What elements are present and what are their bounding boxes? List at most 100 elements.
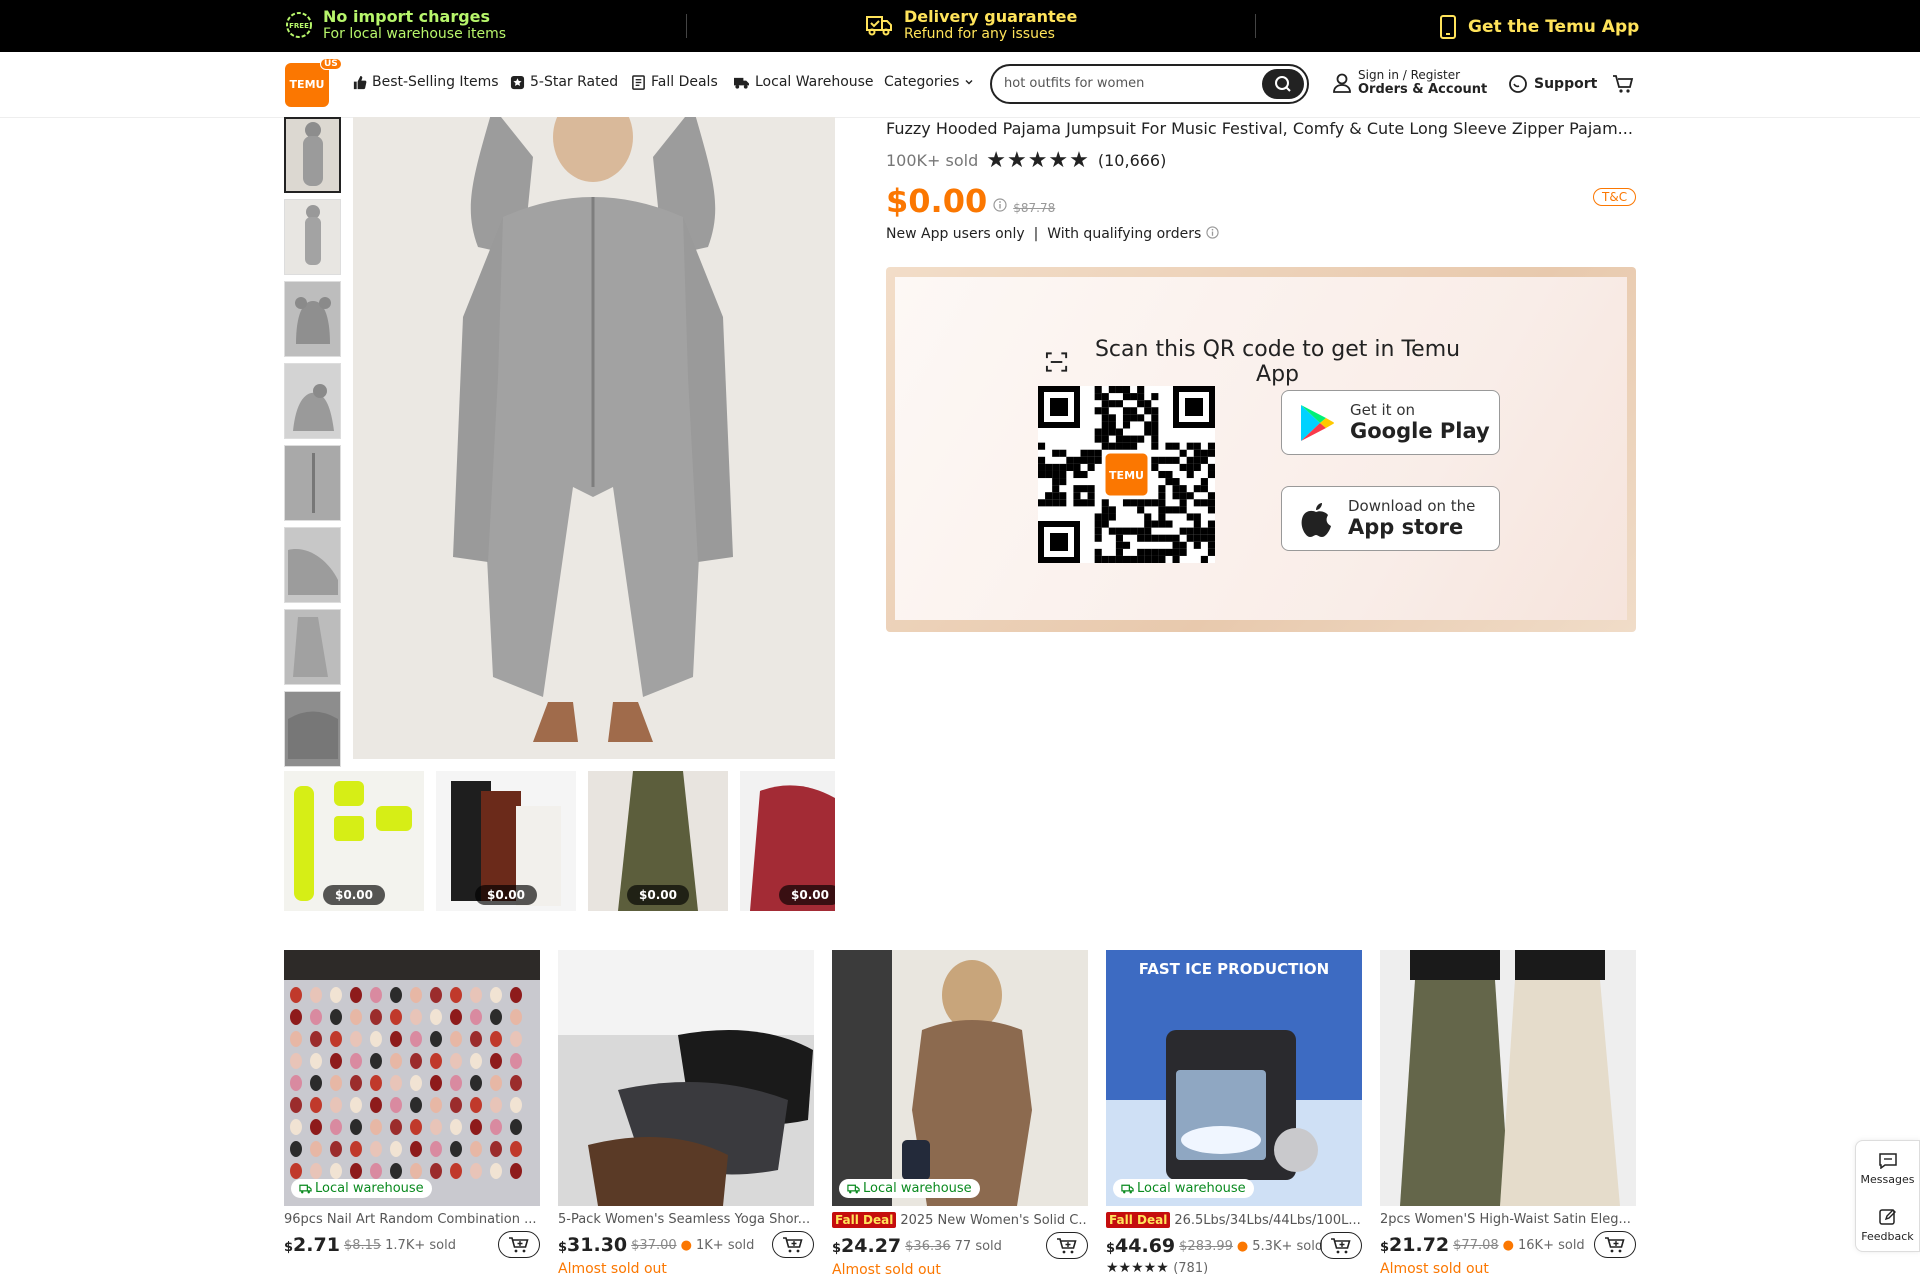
feedback-button[interactable]: Feedback: [1856, 1197, 1919, 1253]
qr-module: [1158, 456, 1166, 464]
nail-tip: [390, 1163, 402, 1179]
messages-button[interactable]: Messages: [1856, 1141, 1919, 1197]
add-to-cart-button[interactable]: [1320, 1232, 1362, 1259]
thumbnail[interactable]: [284, 199, 341, 275]
qr-module: [1151, 548, 1159, 556]
price-value: 44.69: [1115, 1235, 1176, 1257]
qr-module: [1207, 548, 1216, 556]
star-badge-icon: [510, 75, 525, 89]
nav-five-star[interactable]: 5-Star Rated: [510, 74, 618, 90]
product-image[interactable]: [1380, 950, 1636, 1206]
nail-tip: [290, 1163, 302, 1179]
qr-module: [1115, 400, 1123, 408]
qr-module: [1144, 555, 1152, 564]
product-image[interactable]: Local warehouse: [284, 950, 540, 1206]
info-icon[interactable]: [993, 198, 1007, 212]
nav-fall-deals[interactable]: Fall Deals: [631, 74, 718, 90]
qr-module: [1207, 520, 1216, 528]
price-row: $21.72 $77.08 ● 16K+ sold: [1380, 1231, 1636, 1258]
nail-tip: [390, 987, 402, 1003]
free-icon: FREE: [286, 12, 312, 38]
cart-button[interactable]: [1612, 73, 1634, 95]
nav-local-warehouse[interactable]: Local Warehouse: [733, 74, 874, 90]
qr-panel-inner: Scan this QR code to get in Temu App TEM…: [895, 277, 1627, 620]
qr-module: [1108, 414, 1116, 422]
qr-module: [1130, 414, 1138, 422]
add-to-cart-button[interactable]: [772, 1231, 814, 1258]
nail-tip: [450, 1119, 462, 1135]
product-card[interactable]: 2pcs Women'S High-Waist Satin Eleg... $2…: [1380, 950, 1636, 1277]
nail-tip: [350, 1009, 362, 1025]
product-title-text: 2pcs Women'S High-Waist Satin Eleg...: [1380, 1212, 1631, 1227]
related-item[interactable]: $0.00: [436, 771, 576, 911]
related-item[interactable]: $0.00: [284, 771, 424, 911]
add-to-cart-button[interactable]: [498, 1231, 540, 1258]
thumbnail[interactable]: [284, 445, 341, 521]
qr-module: [1200, 456, 1208, 464]
product-title: Fuzzy Hooded Pajama Jumpsuit For Music F…: [886, 119, 1633, 138]
terms-badge[interactable]: T&C: [1593, 188, 1637, 206]
google-play-button[interactable]: Get it on Google Play: [1281, 390, 1500, 455]
nav-best-selling[interactable]: Best-Selling Items: [352, 74, 499, 90]
rating-row[interactable]: ★★★★★ (781): [1106, 1260, 1362, 1276]
thumbnail[interactable]: [284, 527, 341, 603]
nail-tip: [490, 1009, 502, 1025]
search-button[interactable]: [1262, 69, 1304, 99]
cart-plus-icon: [1057, 1237, 1077, 1253]
thumbnail[interactable]: [284, 117, 341, 193]
qr-module: [1158, 485, 1166, 493]
original-price: $8.15: [343, 1237, 382, 1253]
product-image[interactable]: Local warehouse: [832, 950, 1088, 1206]
import-promo[interactable]: FREE No import charges For local warehou…: [285, 8, 506, 42]
qr-module: [1094, 428, 1102, 436]
qr-module: [1094, 393, 1102, 401]
thumbnail[interactable]: [284, 691, 341, 767]
related-item[interactable]: $0.00: [588, 771, 728, 911]
product-price: $2.71: [284, 1234, 340, 1256]
qr-title-text: Scan this QR code to get in Temu App: [1094, 337, 1461, 387]
qr-module: [1151, 463, 1159, 471]
support-link[interactable]: Support: [1508, 74, 1597, 94]
nail-tip: [470, 1119, 482, 1135]
nail-tip: [490, 1031, 502, 1047]
info-icon[interactable]: [1206, 226, 1219, 239]
qr-module: [1038, 499, 1046, 507]
qr-module: [1101, 513, 1109, 521]
nail-tip: [450, 1163, 462, 1179]
qr-module: [1186, 442, 1194, 450]
app-store-button[interactable]: Download on the App store: [1281, 486, 1500, 551]
nav-categories[interactable]: Categories: [884, 74, 974, 90]
messages-label: Messages: [1860, 1172, 1915, 1186]
product-card[interactable]: FAST ICE PRODUCTION Local warehouse Fall…: [1106, 950, 1362, 1276]
get-app-link[interactable]: Get the Temu App: [1438, 14, 1639, 40]
stock-alert: Almost sold out: [558, 1261, 667, 1277]
jumpsuit-model-image: [353, 117, 835, 759]
product-image[interactable]: [558, 950, 814, 1206]
rating-row[interactable]: 100K+ sold ★★★★★ (10,666): [886, 148, 1166, 173]
qr-module: [1108, 400, 1116, 408]
temu-logo[interactable]: TEMU: [285, 63, 329, 107]
nail-tip: [510, 1163, 522, 1179]
product-card[interactable]: 5-Pack Women's Seamless Yoga Shor... $31…: [558, 950, 814, 1277]
add-to-cart-button[interactable]: [1046, 1232, 1088, 1259]
account-link[interactable]: Sign in / Register Orders & Account: [1332, 68, 1487, 97]
thumbnail[interactable]: [284, 281, 341, 357]
product-card[interactable]: Local warehouse 96pcs Nail Art Random Co…: [284, 950, 540, 1258]
user-icon: [1333, 73, 1351, 93]
add-to-cart-button[interactable]: [1594, 1231, 1636, 1258]
qr-module: [1165, 506, 1173, 514]
thumbnail[interactable]: [284, 363, 341, 439]
search-input[interactable]: hot outfits for women: [1004, 76, 1144, 91]
related-price: $0.00: [779, 885, 835, 905]
thumbnail[interactable]: [284, 609, 341, 685]
nail-tip: [450, 1141, 462, 1157]
product-card[interactable]: Local warehouse Fall Deal 2025 New Women'…: [832, 950, 1088, 1278]
delivery-promo[interactable]: Delivery guarantee Refund for any issues: [864, 8, 1077, 42]
main-product-image[interactable]: [353, 117, 835, 759]
search-box[interactable]: hot outfits for women: [990, 64, 1309, 104]
related-item[interactable]: $0.00: [740, 771, 835, 911]
product-image[interactable]: FAST ICE PRODUCTION Local warehouse: [1106, 950, 1362, 1206]
qr-module: [1207, 492, 1216, 500]
qr-module: [1052, 485, 1060, 493]
qr-module: [1094, 555, 1102, 564]
